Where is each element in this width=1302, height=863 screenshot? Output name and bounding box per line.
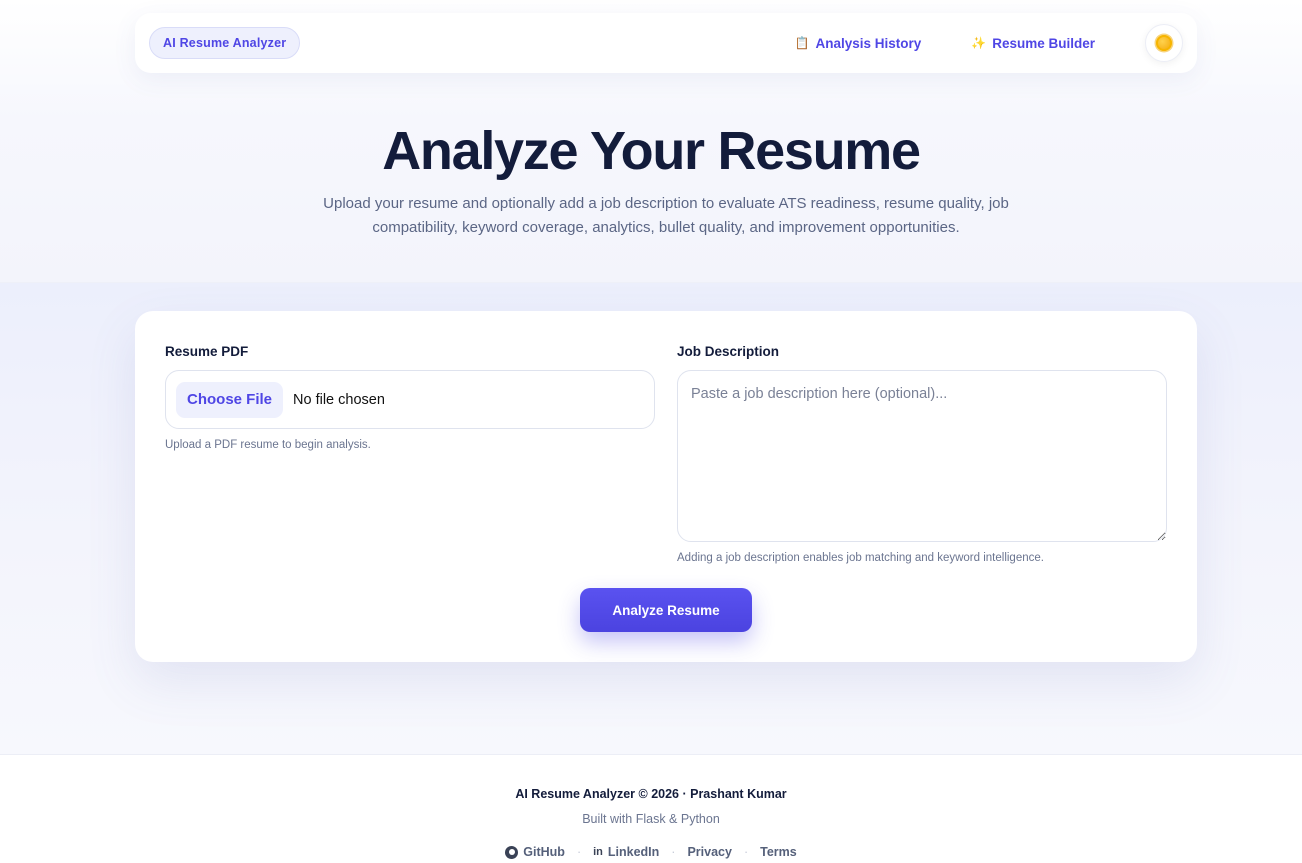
footer-link-label: LinkedIn xyxy=(607,845,660,859)
resume-file-input[interactable]: Choose File No file chosen xyxy=(165,370,655,429)
job-description-textarea[interactable] xyxy=(677,370,1167,542)
footer-built-with: Built with Flask & Python xyxy=(582,812,720,826)
page-subtitle: Upload your resume and optionally add a … xyxy=(323,195,1009,236)
footer-separator: · xyxy=(576,845,582,859)
footer-separator: · xyxy=(671,845,676,859)
footer-link-terms[interactable]: Terms xyxy=(760,845,797,859)
brand-logo[interactable]: AI Resume Analyzer xyxy=(149,27,301,59)
footer-link-label: GitHub xyxy=(523,845,565,859)
footer-link-privacy[interactable]: Privacy xyxy=(687,845,731,859)
footer-link-linkedin[interactable]: in LinkedIn xyxy=(593,845,659,859)
sun-icon xyxy=(1156,35,1172,51)
footer: AI Resume Analyzer © 2026 · Prashant Kum… xyxy=(0,754,1302,863)
file-status-text: No file chosen xyxy=(293,391,385,408)
analyze-form-card: Resume PDF Choose File No file chosen Up… xyxy=(135,311,1197,662)
nav-links: 📋 Analysis History ✨ Resume Builder xyxy=(795,24,1183,62)
job-description-help-text: Adding a job description enables job mat… xyxy=(677,552,1044,564)
nav-link-analysis-history[interactable]: 📋 Analysis History xyxy=(795,36,922,51)
choose-file-button[interactable]: Choose File xyxy=(176,381,284,418)
resume-help-text: Upload a PDF resume to begin analysis. xyxy=(165,439,371,451)
page-title: Analyze Your Resume xyxy=(382,121,921,181)
nav-link-label: Analysis History xyxy=(815,35,922,51)
github-icon xyxy=(505,845,519,859)
footer-link-github[interactable]: GitHub xyxy=(505,845,565,859)
theme-toggle-button[interactable] xyxy=(1145,24,1183,62)
sparkles-icon: ✨ xyxy=(971,36,987,50)
navbar: AI Resume Analyzer 📋 Analysis History ✨ … xyxy=(135,13,1197,73)
analyze-resume-button[interactable]: Analyze Resume xyxy=(580,588,752,632)
resume-pdf-label: Resume PDF xyxy=(165,344,249,359)
footer-copyright: AI Resume Analyzer © 2026 · Prashant Kum… xyxy=(515,787,787,801)
footer-separator: · xyxy=(743,845,749,859)
nav-link-label: Resume Builder xyxy=(992,35,1095,51)
clipboard-icon: 📋 xyxy=(794,36,810,50)
linkedin-icon: in xyxy=(593,846,603,858)
nav-link-resume-builder[interactable]: ✨ Resume Builder xyxy=(971,36,1095,51)
footer-links: GitHub · in LinkedIn · Privacy · Terms xyxy=(0,845,1302,859)
job-description-label: Job Description xyxy=(677,344,780,359)
